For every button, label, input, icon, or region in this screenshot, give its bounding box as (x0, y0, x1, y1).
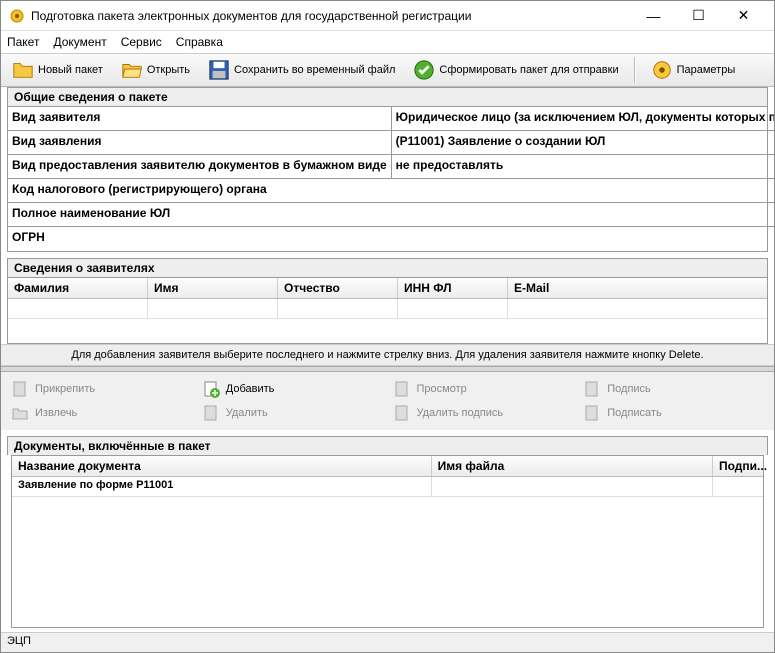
open-label: Открыть (147, 64, 190, 76)
close-button[interactable]: ✕ (721, 2, 766, 30)
form-label: Код налогового (регистрирующего) органа (8, 179, 392, 203)
table-cell (713, 477, 763, 496)
general-grid: Вид заявителяВид заявленияВид предоставл… (7, 106, 768, 252)
form-label: Полное наименование ЮЛ (8, 203, 392, 227)
check-circle-icon (413, 59, 435, 81)
column-header[interactable]: Имя файла (432, 456, 713, 476)
applicants-section-label: Сведения о заявителях (7, 258, 768, 277)
open-button[interactable]: Открыть (114, 56, 197, 84)
page-delete-icon (202, 404, 220, 422)
menu-package[interactable]: Пакет (7, 35, 39, 49)
folder-open-icon (121, 59, 143, 81)
form-value[interactable]: (Р11001) Заявление о создании ЮЛ (392, 131, 774, 155)
form-label: ОГРН (8, 227, 392, 251)
new-label: Новый пакет (38, 64, 103, 76)
column-header[interactable]: Имя (148, 278, 278, 298)
form-value[interactable] (392, 179, 774, 203)
folder-icon (11, 404, 29, 422)
status-ecp: ЭЦП (7, 635, 31, 647)
form-label: Вид предоставления заявителю документов … (8, 155, 392, 179)
params-label: Параметры (677, 64, 736, 76)
attach-button[interactable]: Прикрепить (11, 378, 192, 400)
applicants-grid[interactable]: ФамилияИмяОтчествоИНН ФЛE-Mail (7, 277, 768, 344)
documents-section-label: Документы, включённые в пакет (7, 436, 768, 455)
page-icon (11, 380, 29, 398)
toolbar-separator (634, 57, 636, 83)
page-signer-icon (583, 404, 601, 422)
column-header[interactable]: ИНН ФЛ (398, 278, 508, 298)
params-button[interactable]: Параметры (644, 56, 743, 84)
app-icon (9, 8, 25, 24)
menu-help[interactable]: Справка (176, 35, 223, 49)
form-value[interactable] (392, 227, 774, 251)
hint-text: Для добавления заявителя выберите послед… (1, 344, 774, 366)
sign-button[interactable]: Подпись (583, 378, 764, 400)
table-row[interactable] (8, 299, 767, 319)
minimize-button[interactable]: — (631, 2, 676, 30)
titlebar: Подготовка пакета электронных документов… (1, 1, 774, 31)
form-value[interactable] (392, 203, 774, 227)
general-section-label: Общие сведения о пакете (7, 87, 768, 106)
page-sign-icon (583, 380, 601, 398)
save-temp-button[interactable]: Сохранить во временный файл (201, 56, 402, 84)
menu-document[interactable]: Документ (53, 35, 106, 49)
form-value[interactable]: не предоставлять (392, 155, 774, 179)
column-header[interactable]: Название документа (12, 456, 432, 476)
table-row[interactable]: Заявление по форме Р11001 (12, 477, 763, 497)
floppy-icon (208, 59, 230, 81)
folder-new-icon (12, 59, 34, 81)
extract-button[interactable]: Извлечь (11, 402, 192, 424)
form-send-label: Сформировать пакет для отправки (439, 64, 618, 76)
maximize-button[interactable]: ☐ (676, 2, 721, 30)
column-header[interactable]: Отчество (278, 278, 398, 298)
statusbar: ЭЦП (1, 632, 774, 652)
column-header[interactable]: Подпи... (713, 456, 763, 476)
save-temp-label: Сохранить во временный файл (234, 64, 395, 76)
documents-grid[interactable]: Название документаИмя файлаПодпи... Заяв… (11, 455, 764, 628)
column-header[interactable]: Фамилия (8, 278, 148, 298)
view-button[interactable]: Просмотр (393, 378, 574, 400)
page-delsign-icon (393, 404, 411, 422)
table-cell (432, 477, 714, 496)
menu-service[interactable]: Сервис (121, 35, 162, 49)
form-value[interactable]: Юридическое лицо (за исключением ЮЛ, док… (392, 107, 774, 131)
column-header[interactable]: E-Mail (508, 278, 767, 298)
gear-icon (651, 59, 673, 81)
delete-button[interactable]: Удалить (202, 402, 383, 424)
form-label: Вид заявления (8, 131, 392, 155)
window-title: Подготовка пакета электронных документов… (31, 9, 631, 23)
page-plus-icon (202, 380, 220, 398)
menubar: Пакет Документ Сервис Справка (1, 31, 774, 53)
table-cell: Заявление по форме Р11001 (12, 477, 432, 496)
toolbar: Новый пакет Открыть Сохранить во временн… (1, 53, 774, 87)
form-label: Вид заявителя (8, 107, 392, 131)
new-package-button[interactable]: Новый пакет (5, 56, 110, 84)
delete-sign-button[interactable]: Удалить подпись (393, 402, 574, 424)
page-eye-icon (393, 380, 411, 398)
signer-button[interactable]: Подписать (583, 402, 764, 424)
document-toolbar: Прикрепить Добавить Просмотр Подпись Изв… (1, 372, 774, 430)
form-send-button[interactable]: Сформировать пакет для отправки (406, 56, 625, 84)
add-button[interactable]: Добавить (202, 378, 383, 400)
